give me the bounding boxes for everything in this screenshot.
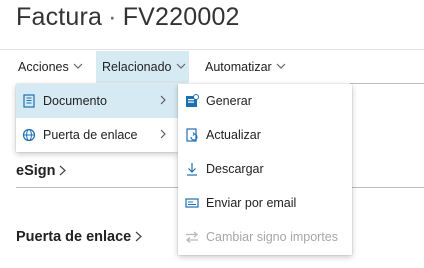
download-icon xyxy=(184,161,200,177)
menu-item-puerta-label: Puerta de enlace xyxy=(43,128,138,142)
menu-item-enviar-por-email[interactable]: Enviar por email xyxy=(178,186,352,220)
section-puerta-de-enlace[interactable]: Puerta de enlace xyxy=(16,229,143,245)
chevron-down-icon xyxy=(73,62,83,73)
generate-icon xyxy=(184,93,200,109)
menu-item-cambiar-signo-importes[interactable]: Cambiar signo importes xyxy=(178,220,352,254)
menu-item-generar-label: Generar xyxy=(206,94,252,108)
menu-item-documento-label: Documento xyxy=(43,94,107,108)
chevron-down-icon xyxy=(276,62,286,73)
document-icon xyxy=(21,93,37,109)
chevron-right-icon xyxy=(160,129,166,142)
chevron-right-icon xyxy=(160,95,166,108)
page-title: Factura · FV220002 xyxy=(16,3,240,32)
page-title-prefix: Factura xyxy=(16,3,103,31)
menu-item-enviar-label: Enviar por email xyxy=(206,196,297,210)
menu-item-descargar[interactable]: Descargar xyxy=(178,152,352,186)
swap-arrows-icon xyxy=(184,229,200,245)
menu-item-actualizar-label: Actualizar xyxy=(206,128,261,142)
globe-icon xyxy=(21,127,37,143)
section-puerta-title: Puerta de enlace xyxy=(16,229,132,245)
update-icon xyxy=(184,127,200,143)
tab-relacionado[interactable]: Relacionado xyxy=(96,51,189,83)
menu-item-cambiar-label: Cambiar signo importes xyxy=(206,230,338,244)
menu-item-puerta-de-enlace[interactable]: Puerta de enlace xyxy=(16,118,178,152)
tab-acciones-label: Acciones xyxy=(18,60,69,74)
section-esign-title: eSign xyxy=(16,163,56,179)
documento-submenu: Generar Actualizar Descargar Enviar por … xyxy=(178,84,352,255)
divider xyxy=(350,83,424,84)
tab-relacionado-label: Relacionado xyxy=(102,60,172,74)
email-icon xyxy=(184,195,200,211)
action-bar: Acciones Relacionado Automatizar xyxy=(0,49,424,84)
chevron-down-icon xyxy=(176,62,186,73)
related-menu: Documento Puerta de enlace xyxy=(16,84,178,152)
menu-item-actualizar[interactable]: Actualizar xyxy=(178,118,352,152)
tab-automatizar-label: Automatizar xyxy=(205,60,272,74)
tab-automatizar[interactable]: Automatizar xyxy=(199,51,295,83)
tab-acciones[interactable]: Acciones xyxy=(12,51,96,83)
chevron-right-icon xyxy=(59,164,67,179)
chevron-right-icon xyxy=(135,230,143,245)
page-title-separator: · xyxy=(108,3,117,31)
section-esign[interactable]: eSign xyxy=(16,163,67,179)
page-title-number: FV220002 xyxy=(122,3,240,31)
menu-item-descargar-label: Descargar xyxy=(206,162,264,176)
menu-item-documento[interactable]: Documento xyxy=(16,84,178,118)
menu-item-generar[interactable]: Generar xyxy=(178,84,352,118)
